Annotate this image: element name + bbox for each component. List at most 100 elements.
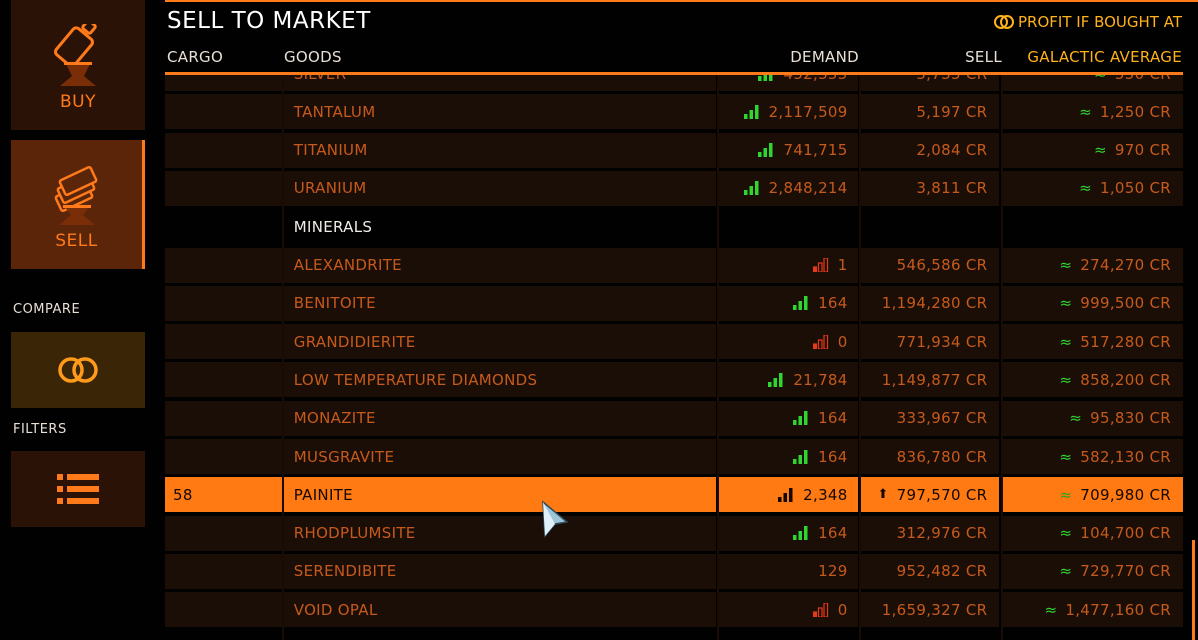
commodity-row[interactable]: SILVER 452,355 5,735 CR ≈550 CR — [165, 75, 1183, 91]
goods-name: VOID OPAL — [283, 592, 716, 628]
goods-name-text: BENITOITE — [293, 294, 376, 313]
average-cell: ≈999,500 CR — [1001, 285, 1183, 321]
goods-name: MUSGRAVITE — [283, 439, 716, 474]
sell-price: 1,149,877 CR — [881, 370, 988, 389]
cargo-cell — [165, 515, 282, 551]
cargo-cell — [165, 362, 282, 398]
profit-if-bought-at-toggle[interactable]: PROFIT IF BOUGHT AT — [993, 13, 1182, 31]
sell-cell — [859, 209, 1000, 245]
demand-cell: 2,348 — [717, 477, 858, 513]
sell-cell: 546,586 CR — [859, 247, 1000, 283]
commodity-row[interactable]: 58 PAINITE 2,348 ⬆ 797,570 CR ≈709,980 CR — [165, 477, 1183, 513]
high-demand-bars-icon — [793, 411, 808, 426]
demand-value: 21,784 — [793, 370, 848, 389]
goods-name-text: SERENDIBITE — [293, 562, 397, 581]
approx-icon: ≈ — [1094, 75, 1107, 83]
approx-icon: ≈ — [1059, 370, 1073, 389]
commodity-row[interactable]: TITANIUM 741,715 2,084 CR ≈970 CR — [165, 132, 1183, 168]
sell-cell: 1,149,877 CR — [859, 362, 1000, 398]
approx-icon: ≈ — [1059, 524, 1073, 543]
demand-value: 0 — [837, 600, 848, 619]
sell-cell: 1,659,327 CR — [859, 592, 1000, 628]
goods-name: TITANIUM — [283, 132, 716, 168]
goods-name: SERENDIBITE — [283, 553, 716, 589]
average-cell: ≈1,050 CR — [1001, 170, 1183, 206]
sell-price: 5,735 CR — [916, 75, 987, 83]
scrollbar[interactable] — [1192, 540, 1195, 640]
commodity-row[interactable]: TANTALUM 2,117,509 5,197 CR ≈1,250 CR — [165, 94, 1183, 130]
commodity-row[interactable]: SERENDIBITE 129 952,482 CR ≈729,770 CR — [165, 553, 1183, 589]
galactic-average-price: 1,477,160 CR — [1065, 600, 1171, 619]
column-header-goods[interactable]: GOODS — [284, 48, 342, 66]
sell-cell: 3,811 CR — [859, 170, 1000, 206]
category-name: MINERALS — [283, 209, 716, 245]
demand-cell: 2,117,509 — [717, 94, 858, 130]
commodity-row[interactable]: MUSGRAVITE 164 836,780 CR ≈582,130 CR — [165, 439, 1183, 474]
price-up-arrow-icon: ⬆ — [877, 487, 889, 503]
commodity-row[interactable]: GRANDIDIERITE 0 771,934 CR ≈517,280 CR — [165, 324, 1183, 360]
column-header-cargo[interactable]: CARGO — [167, 48, 223, 66]
average-cell: ≈1,477,160 CR — [1001, 592, 1183, 628]
sell-price: 952,482 CR — [896, 562, 988, 581]
demand-cell: 0 — [717, 324, 858, 360]
high-demand-bars-icon — [768, 372, 783, 387]
compare-section-label: COMPARE — [13, 302, 81, 317]
column-header-galactic-average[interactable]: GALACTIC AVERAGE — [1027, 48, 1182, 66]
approx-icon: ≈ — [1079, 179, 1092, 198]
compare-button[interactable] — [11, 332, 145, 408]
cargo-cell — [165, 209, 282, 245]
commodity-row[interactable]: URANIUM 2,848,214 3,811 CR ≈1,050 CR — [165, 170, 1183, 206]
pointer-cursor-icon — [542, 500, 569, 538]
column-header-sell[interactable]: SELL — [965, 48, 1002, 66]
average-cell: ≈729,770 CR — [1001, 553, 1183, 589]
commodity-row[interactable]: ALEXANDRITE 1 546,586 CR ≈274,270 CR — [165, 247, 1183, 283]
column-separator — [859, 75, 861, 640]
demand-cell: 21,784 — [717, 362, 858, 398]
demand-cell: 164 — [717, 400, 858, 436]
commodity-row[interactable]: LOW TEMPERATURE DIAMONDS 21,784 1,149,877 … — [165, 362, 1183, 398]
credit-notes-icon — [54, 165, 97, 225]
goods-name-text: VOID OPAL — [293, 600, 378, 619]
cargo-cell: 58 — [165, 477, 282, 513]
sell-button[interactable]: SELL — [11, 140, 145, 269]
sell-cell: 333,967 CR — [859, 400, 1000, 436]
commodity-row[interactable]: RHODPLUMSITE 164 312,976 CR ≈104,700 CR — [165, 515, 1183, 551]
sell-price: 2,084 CR — [916, 141, 988, 160]
demand-cell — [717, 209, 858, 245]
demand-value: 0 — [837, 332, 848, 351]
sell-price: 546,586 CR — [896, 256, 988, 274]
filters-button[interactable] — [11, 451, 145, 527]
commodity-row[interactable]: VOID OPAL 0 1,659,327 CR ≈1,477,160 CR — [165, 592, 1183, 628]
sell-price: 3,811 CR — [916, 179, 988, 198]
low-demand-bars-icon — [812, 258, 828, 272]
column-header-demand[interactable]: DEMAND — [790, 48, 859, 66]
demand-cell: 0 — [717, 592, 858, 628]
commodity-table: SILVER 452,355 5,735 CR ≈550 CR TANTALUM 2,11… — [165, 75, 1183, 640]
goods-name: URANIUM — [283, 170, 716, 206]
demand-cell: 2,848,214 — [717, 170, 858, 206]
goods-name-text: TANTALUM — [293, 102, 376, 121]
column-separator — [717, 75, 719, 640]
demand-value: 2,348 — [803, 485, 848, 504]
demand-cell: 164 — [717, 515, 858, 551]
cargo-cell — [165, 94, 282, 130]
goods-name: MONAZITE — [283, 400, 716, 436]
commodity-row[interactable]: MONAZITE 164 333,967 CR ≈95,830 CR — [165, 400, 1183, 436]
high-demand-bars-icon — [758, 143, 773, 158]
low-demand-bars-icon — [812, 602, 828, 617]
filters-section-label: FILTERS — [13, 422, 67, 437]
commodity-row[interactable]: BENITOITE 164 1,194,280 CR ≈999,500 CR — [165, 285, 1183, 321]
galactic-average-price: 999,500 CR — [1080, 294, 1171, 313]
approx-icon: ≈ — [1094, 141, 1107, 160]
goods-name: TANTALUM — [283, 94, 716, 130]
sell-price: 836,780 CR — [896, 447, 988, 466]
high-demand-bars-icon — [758, 75, 773, 81]
high-demand-bars-icon — [793, 526, 808, 541]
sell-price: 5,197 CR — [916, 102, 988, 121]
approx-icon: ≈ — [1059, 562, 1073, 581]
goods-name-text: MUSGRAVITE — [293, 447, 395, 466]
buy-button[interactable]: BUY — [11, 0, 145, 130]
column-separator — [282, 75, 284, 640]
demand-value: 1 — [837, 256, 848, 274]
goods-name: RHODPLUMSITE — [283, 515, 716, 551]
